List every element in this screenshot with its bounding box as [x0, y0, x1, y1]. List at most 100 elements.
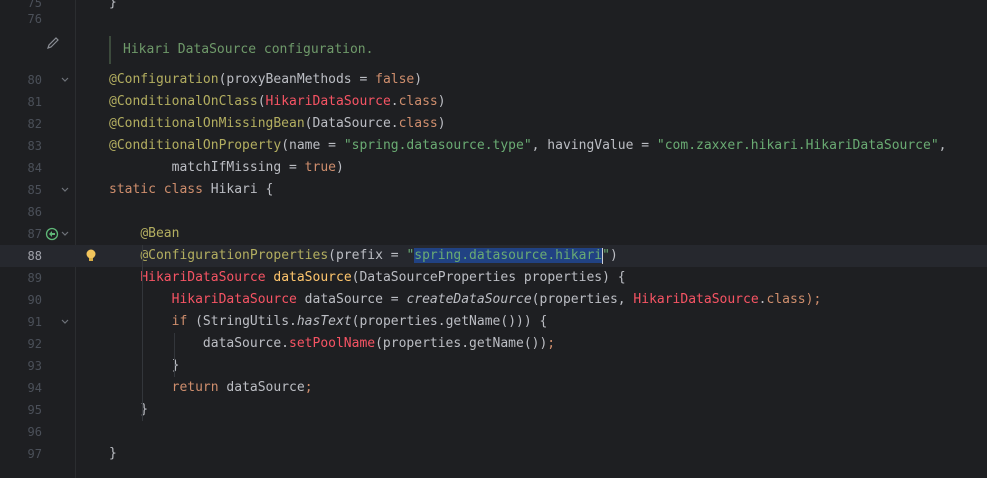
code-line[interactable]: 88 @ConfigurationProperties(prefix = "sp… [0, 245, 987, 267]
bean-gutter-icon[interactable] [45, 227, 59, 241]
code-line[interactable]: 94 return dataSource; [0, 377, 987, 399]
code-token: ) [609, 248, 618, 263]
code-token: ; [547, 336, 556, 351]
code-token: class [398, 116, 438, 131]
code-token: (prefix = [328, 248, 407, 263]
code-text[interactable]: @ConditionalOnMissingBean(DataSource.cla… [109, 113, 446, 135]
code-token: "com.zaxxer.hikari.HikariDataSource" [656, 138, 939, 153]
code-token: false [375, 72, 415, 87]
code-token: (proxyBeanMethods = [218, 72, 376, 87]
code-token: createDataSource [406, 292, 532, 307]
line-number: 97 [27, 447, 42, 461]
line-number: 90 [27, 293, 42, 307]
code-text[interactable]: @Bean [109, 223, 179, 245]
code-token: HikariDataSource [633, 292, 759, 307]
line-number: 81 [27, 95, 42, 109]
line-number: 88 [27, 249, 42, 263]
pencil-icon[interactable] [46, 36, 60, 50]
code-token: setPoolName [289, 336, 376, 351]
fold-chevron-icon[interactable] [60, 75, 70, 85]
code-token: HikariDataSource [265, 94, 391, 109]
code-line[interactable]: 87 @Bean [0, 223, 987, 245]
code-line[interactable]: 89 HikariDataSource dataSource(DataSourc… [0, 267, 987, 289]
code-token: , [938, 138, 947, 153]
code-token: if [171, 314, 196, 329]
code-token: ) [437, 94, 446, 109]
code-text[interactable]: HikariDataSource dataSource(DataSourcePr… [109, 267, 626, 289]
code-token: ) [414, 72, 423, 87]
code-line[interactable]: 93 } [0, 355, 987, 377]
code-editor[interactable]: Hikari DataSource configuration. 75} 76 80… [0, 0, 987, 478]
doc-comment-block: Hikari DataSource configuration. [109, 36, 373, 64]
code-token: (properties, [531, 292, 634, 307]
code-text[interactable]: @ConditionalOnClass(HikariDataSource.cla… [109, 91, 446, 113]
code-token: (name = [281, 138, 344, 153]
code-text[interactable]: if (StringUtils.hasText(properties.getNa… [109, 311, 548, 333]
code-token: (DataSourceProperties properties) { [351, 270, 626, 285]
code-token: Hikari { [210, 182, 274, 197]
selected-text: spring.datasource.hikari [414, 248, 603, 263]
code-line[interactable]: 85 static class Hikari { [0, 179, 987, 201]
code-token: " [602, 248, 610, 263]
code-text[interactable]: static class Hikari { [109, 179, 273, 201]
code-line[interactable]: 82 @ConditionalOnMissingBean(DataSource.c… [0, 113, 987, 135]
line-number: 91 [27, 315, 42, 329]
code-token: HikariDataSource [171, 292, 297, 307]
code-token: matchIfMissing = [109, 160, 305, 175]
code-token: @ConfigurationProperties [140, 248, 329, 263]
code-text[interactable]: @Configuration(proxyBeanMethods = false) [109, 69, 422, 91]
code-token: . [390, 94, 399, 109]
code-token: @ConditionalOnProperty [109, 138, 282, 153]
code-token: ) [335, 160, 344, 175]
fold-chevron-icon[interactable] [60, 185, 70, 195]
code-line[interactable]: 86 [0, 201, 987, 223]
fold-chevron-icon[interactable] [60, 317, 70, 327]
code-token: "spring.datasource.type" [343, 138, 532, 153]
code-line[interactable]: 97} [0, 443, 987, 465]
line-number: 92 [27, 337, 42, 351]
lightbulb-icon[interactable] [85, 248, 97, 264]
fold-chevron-icon[interactable] [60, 229, 70, 239]
code-text[interactable]: } [109, 443, 117, 465]
code-line[interactable]: 76 [0, 8, 987, 30]
code-line[interactable]: 96 [0, 421, 987, 443]
code-token: ; [304, 380, 313, 395]
line-number: 89 [27, 271, 42, 285]
code-text[interactable]: HikariDataSource dataSource = createData… [109, 289, 822, 311]
code-line[interactable]: 83 @ConditionalOnProperty(name = "spring.… [0, 135, 987, 157]
line-number: 85 [27, 183, 42, 197]
line-number: 86 [27, 205, 42, 219]
code-token: dataSource = [296, 292, 407, 307]
code-text[interactable]: return dataSource; [109, 377, 313, 399]
code-line[interactable]: 84 matchIfMissing = true) [0, 157, 987, 179]
code-token: @Bean [140, 226, 180, 241]
line-number: 76 [27, 12, 42, 26]
code-token: ( [257, 94, 266, 109]
code-line[interactable]: 81 @ConditionalOnClass(HikariDataSource.c… [0, 91, 987, 113]
code-token: class [398, 94, 438, 109]
line-number: 82 [27, 117, 42, 131]
code-line[interactable]: 92 dataSource.setPoolName(properties.get… [0, 333, 987, 355]
code-text[interactable]: } [109, 355, 180, 377]
code-line[interactable]: 90 HikariDataSource dataSource = createD… [0, 289, 987, 311]
code-line[interactable]: 80 @Configuration(proxyBeanMethods = fals… [0, 69, 987, 91]
line-number: 84 [27, 161, 42, 175]
code-text[interactable]: @ConfigurationProperties(prefix = "sprin… [109, 245, 618, 267]
code-token: (DataSource. [304, 116, 399, 131]
code-line[interactable]: 91 if (StringUtils.hasText(properties.ge… [0, 311, 987, 333]
line-number: 96 [27, 425, 42, 439]
code-text[interactable]: @ConditionalOnProperty(name = "spring.da… [109, 135, 946, 157]
code-token: (StringUtils. [195, 314, 297, 329]
code-line[interactable]: 95 } [0, 399, 987, 421]
code-token: hasText [296, 314, 352, 329]
code-text[interactable]: dataSource.setPoolName(properties.getNam… [109, 333, 555, 355]
code-token: @Configuration [109, 72, 219, 87]
code-token: return [171, 380, 227, 395]
code-text[interactable]: matchIfMissing = true) [109, 157, 344, 179]
code-token: static class [109, 182, 211, 197]
